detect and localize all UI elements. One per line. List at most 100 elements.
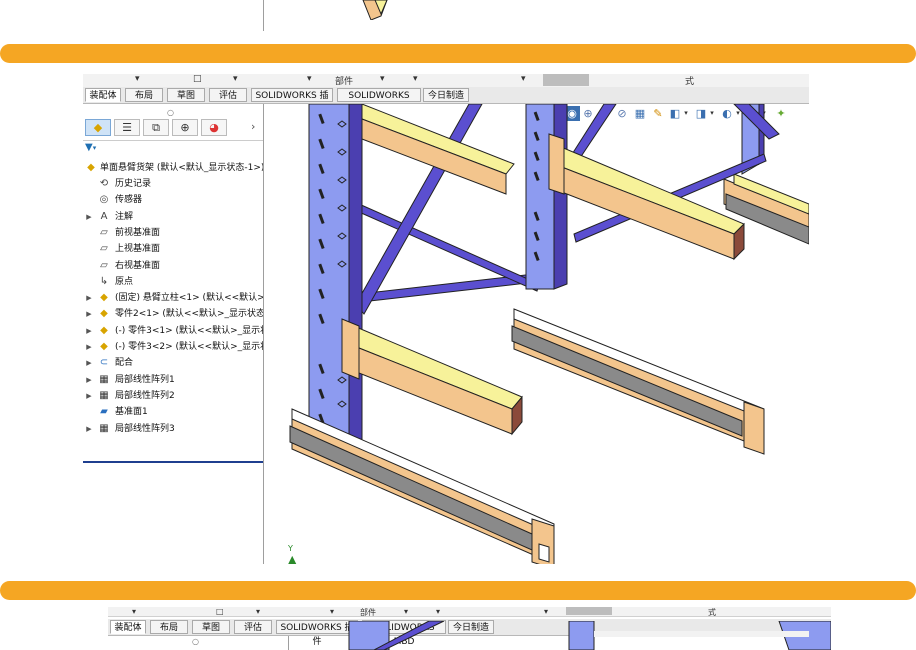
tree-item-label: 历史记录 (115, 179, 152, 189)
dropdown-arrow-icon[interactable]: ▾ (413, 74, 418, 84)
mates-icon: ⊂ (99, 357, 109, 369)
axis-y-label: Y (288, 544, 293, 553)
tab-sketch[interactable]: 草图 (192, 620, 230, 634)
pattern-icon: ▦ (99, 373, 109, 385)
dropdown-arrow-icon[interactable]: ▾ (135, 74, 140, 84)
history-icon: ⟲ (99, 178, 109, 189)
dropdown-arrow-icon[interactable]: ▾ (233, 74, 238, 84)
display-manager-tab-icon[interactable]: ◕ (201, 119, 227, 136)
upright-left (308, 104, 363, 445)
filter-icon[interactable]: ▼▾ (85, 142, 96, 153)
pattern-icon: ▦ (99, 389, 109, 401)
tree-item[interactable]: ⟲ 历史记录 (85, 176, 263, 192)
expand-arrow-icon[interactable]: ▶ (85, 290, 93, 306)
tree-item[interactable]: ↳ 原点 (85, 274, 263, 290)
expand-arrow-icon[interactable]: ▶ (85, 306, 93, 322)
dropdown-arrow-icon[interactable]: ▾ (404, 607, 408, 616)
panel-handle-icon[interactable]: ○ (192, 637, 199, 646)
base-beam-right (511, 308, 765, 455)
part-icon: ◆ (100, 324, 108, 336)
tab-assembly[interactable]: 装配体 (85, 88, 121, 102)
tree-item-label: 配合 (115, 358, 134, 369)
tree-item[interactable]: ▰ 基准面1 (85, 404, 263, 420)
toolbar-item-2[interactable]: 式 (685, 74, 694, 87)
tree-panel-fragment (83, 0, 264, 31)
tree-item-label: 右视基准面 (115, 260, 161, 271)
configuration-manager-tab-icon[interactable]: ⧉ (143, 119, 169, 136)
tab-sketch[interactable]: 草图 (167, 88, 205, 102)
tree-item[interactable]: ▱ 右视基准面 (85, 258, 263, 274)
tree-item[interactable]: ▶ ▦ 局部线性阵列3 (85, 421, 263, 437)
chevron-right-icon[interactable]: › (251, 120, 255, 133)
checkbox-icon[interactable]: □ (193, 74, 202, 84)
toolbar-gray-button[interactable] (543, 74, 589, 86)
dimxpert-tab-icon[interactable]: ⊕ (172, 119, 198, 136)
expand-arrow-icon[interactable]: ▶ (85, 209, 93, 225)
property-manager-tab-icon[interactable]: ☰ (114, 119, 140, 136)
tree-item-label: 基准面1 (115, 407, 148, 418)
dropdown-arrow-icon[interactable]: ▾ (521, 74, 526, 84)
tree-item-label: 传感器 (115, 195, 143, 206)
graphics-area[interactable]: ◉ ⊕ ⟲ ⊘ ▦ ✎ ◧ ▾ ◨ ▾ ◐ ▾ ◔ ▾ ✦ (264, 104, 809, 564)
tree-item-label: (-) 零件3<1> (默认<<默认>_显示状态 (115, 325, 263, 336)
expand-arrow-icon[interactable]: ▶ (85, 388, 93, 404)
rack-model-fragment (348, 621, 831, 650)
annotation-icon: A (100, 210, 108, 222)
tab-layout[interactable]: 布局 (150, 620, 188, 634)
tab-layout[interactable]: 布局 (125, 88, 163, 102)
dropdown-arrow-icon[interactable]: ▾ (380, 74, 385, 84)
tab-assembly[interactable]: 装配体 (110, 620, 146, 634)
next-screenshot-fragment: ▾ □ ▾ ▾ 部件 ▾ ▾ ▾ 式 装配体 布局 草图 评估 SOLIDWOR… (108, 607, 831, 650)
cantilever-rack-model (289, 104, 809, 564)
tab-evaluate[interactable]: 评估 (209, 88, 247, 102)
expand-arrow-icon[interactable]: ▶ (85, 339, 93, 355)
tree-item[interactable]: ▶ ◆ (-) 零件3<1> (默认<<默认>_显示状态 (85, 323, 263, 339)
tree-item[interactable]: ▶ ◆ 零件2<1> (默认<<默认>_显示状态 1 (85, 306, 263, 322)
command-manager-tabs: 装配体 布局 草图 评估 SOLIDWORKS 插件 SOLIDWORKS MB… (83, 87, 809, 115)
expand-arrow-icon[interactable]: ▶ (85, 372, 93, 388)
tree-item-label: 上视基准面 (115, 244, 161, 255)
toolbar-item-1[interactable]: 部件 (335, 74, 353, 87)
dropdown-arrow-icon[interactable]: ▾ (544, 607, 548, 616)
toolbar-item-1[interactable]: 部件 (360, 607, 376, 618)
expand-arrow-icon[interactable]: ▶ (85, 421, 93, 437)
separator-bar-top (0, 44, 916, 63)
tab-today-manufacturing[interactable]: 今日制造 (423, 88, 469, 102)
tree-item[interactable]: ◎ 传感器 (85, 192, 263, 208)
part-icon: ◆ (100, 292, 108, 304)
panel-handle-icon[interactable]: ○ (167, 108, 174, 117)
dropdown-arrow-icon[interactable]: ▾ (132, 607, 136, 616)
tree-item[interactable]: ▶ ⊂ 配合 (85, 355, 263, 371)
checkbox-icon[interactable]: □ (216, 607, 224, 616)
dropdown-arrow-icon[interactable]: ▾ (307, 74, 312, 84)
tree-item[interactable]: ▶ ▦ 局部线性阵列2 (85, 388, 263, 404)
dropdown-arrow-icon[interactable]: ▾ (256, 607, 260, 616)
dropdown-arrow-icon[interactable]: ▾ (330, 607, 334, 616)
top-toolbar: ▾ □ ▾ ▾ 部件 ▾ ▾ ▾ 式 (83, 74, 809, 88)
tree-item[interactable]: ▶ ▦ 局部线性阵列1 (85, 372, 263, 388)
tab-solidworks-addins[interactable]: SOLIDWORKS 插件 (251, 88, 333, 115)
solidworks-window: ▾ □ ▾ ▾ 部件 ▾ ▾ ▾ 式 装配体 布局 草图 评估 SOLIDWOR… (83, 74, 809, 564)
tab-solidworks-mbd[interactable]: SOLIDWORKS MBD (337, 88, 421, 115)
expand-arrow-icon[interactable]: ▶ (85, 323, 93, 339)
separator-bar-bottom (0, 581, 916, 600)
plane-icon: ▱ (100, 226, 108, 238)
tree-panel-fragment: ○ (108, 636, 289, 650)
tree-item[interactable]: ▱ 上视基准面 (85, 241, 263, 257)
divider (83, 140, 263, 141)
tree-item[interactable]: ▶ ◆ (-) 零件3<2> (默认<<默认>_显示状态 (85, 339, 263, 355)
tree-selection-line (83, 461, 263, 463)
feature-manager-tab-icon[interactable]: ◆ (85, 119, 111, 136)
tree-item[interactable]: ▶ ◆ (固定) 悬臂立柱<1> (默认<<默认>_显 (85, 290, 263, 306)
expand-arrow-icon[interactable]: ▶ (85, 355, 93, 371)
tree-item[interactable]: ▱ 前视基准面 (85, 225, 263, 241)
toolbar-gray-button[interactable] (566, 607, 612, 615)
tab-evaluate[interactable]: 评估 (234, 620, 272, 634)
tree-item[interactable]: ▶ A 注解 (85, 209, 263, 225)
toolbar-item-2[interactable]: 式 (708, 607, 716, 618)
assembly-icon: ◆ (87, 162, 95, 173)
dropdown-arrow-icon[interactable]: ▾ (436, 607, 440, 616)
tree-root[interactable]: ◆ 单面悬臂货架 (默认<默认_显示状态-1>) (85, 160, 263, 176)
tree-root-label: 单面悬臂货架 (默认<默认_显示状态-1>) (100, 163, 263, 173)
part-icon: ◆ (100, 308, 108, 320)
